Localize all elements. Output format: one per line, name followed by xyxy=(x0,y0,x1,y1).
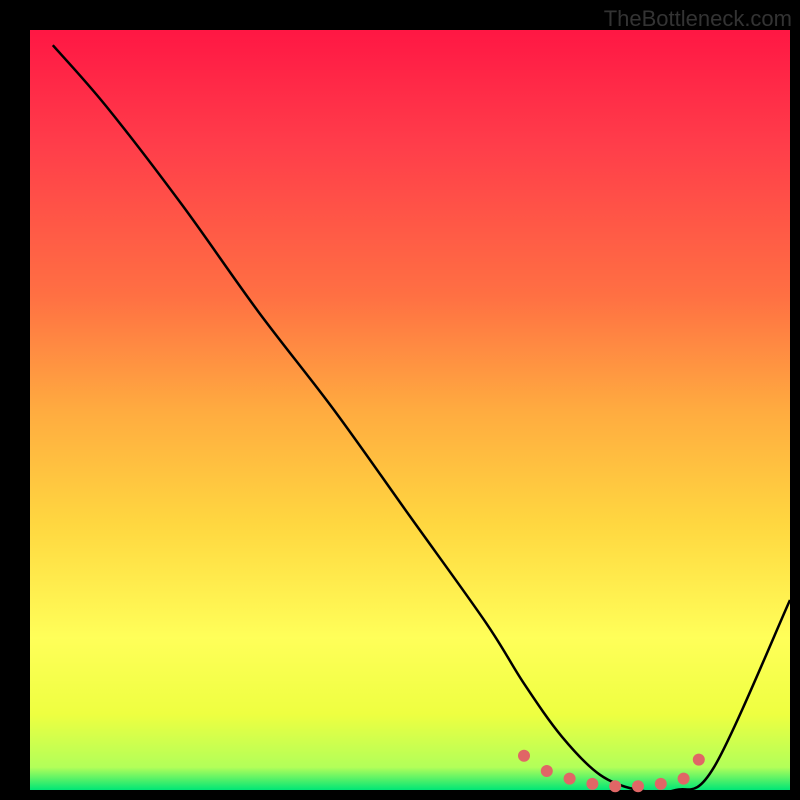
optimal-marker xyxy=(632,780,644,792)
optimal-marker xyxy=(586,778,598,790)
optimal-marker xyxy=(541,765,553,777)
optimal-marker xyxy=(609,780,621,792)
chart-svg xyxy=(0,0,800,800)
optimal-marker xyxy=(518,750,530,762)
optimal-marker xyxy=(678,773,690,785)
optimal-marker xyxy=(655,778,667,790)
bottleneck-chart: TheBottleneck.com xyxy=(0,0,800,800)
optimal-marker xyxy=(564,773,576,785)
watermark-text: TheBottleneck.com xyxy=(604,6,792,32)
optimal-marker xyxy=(693,754,705,766)
